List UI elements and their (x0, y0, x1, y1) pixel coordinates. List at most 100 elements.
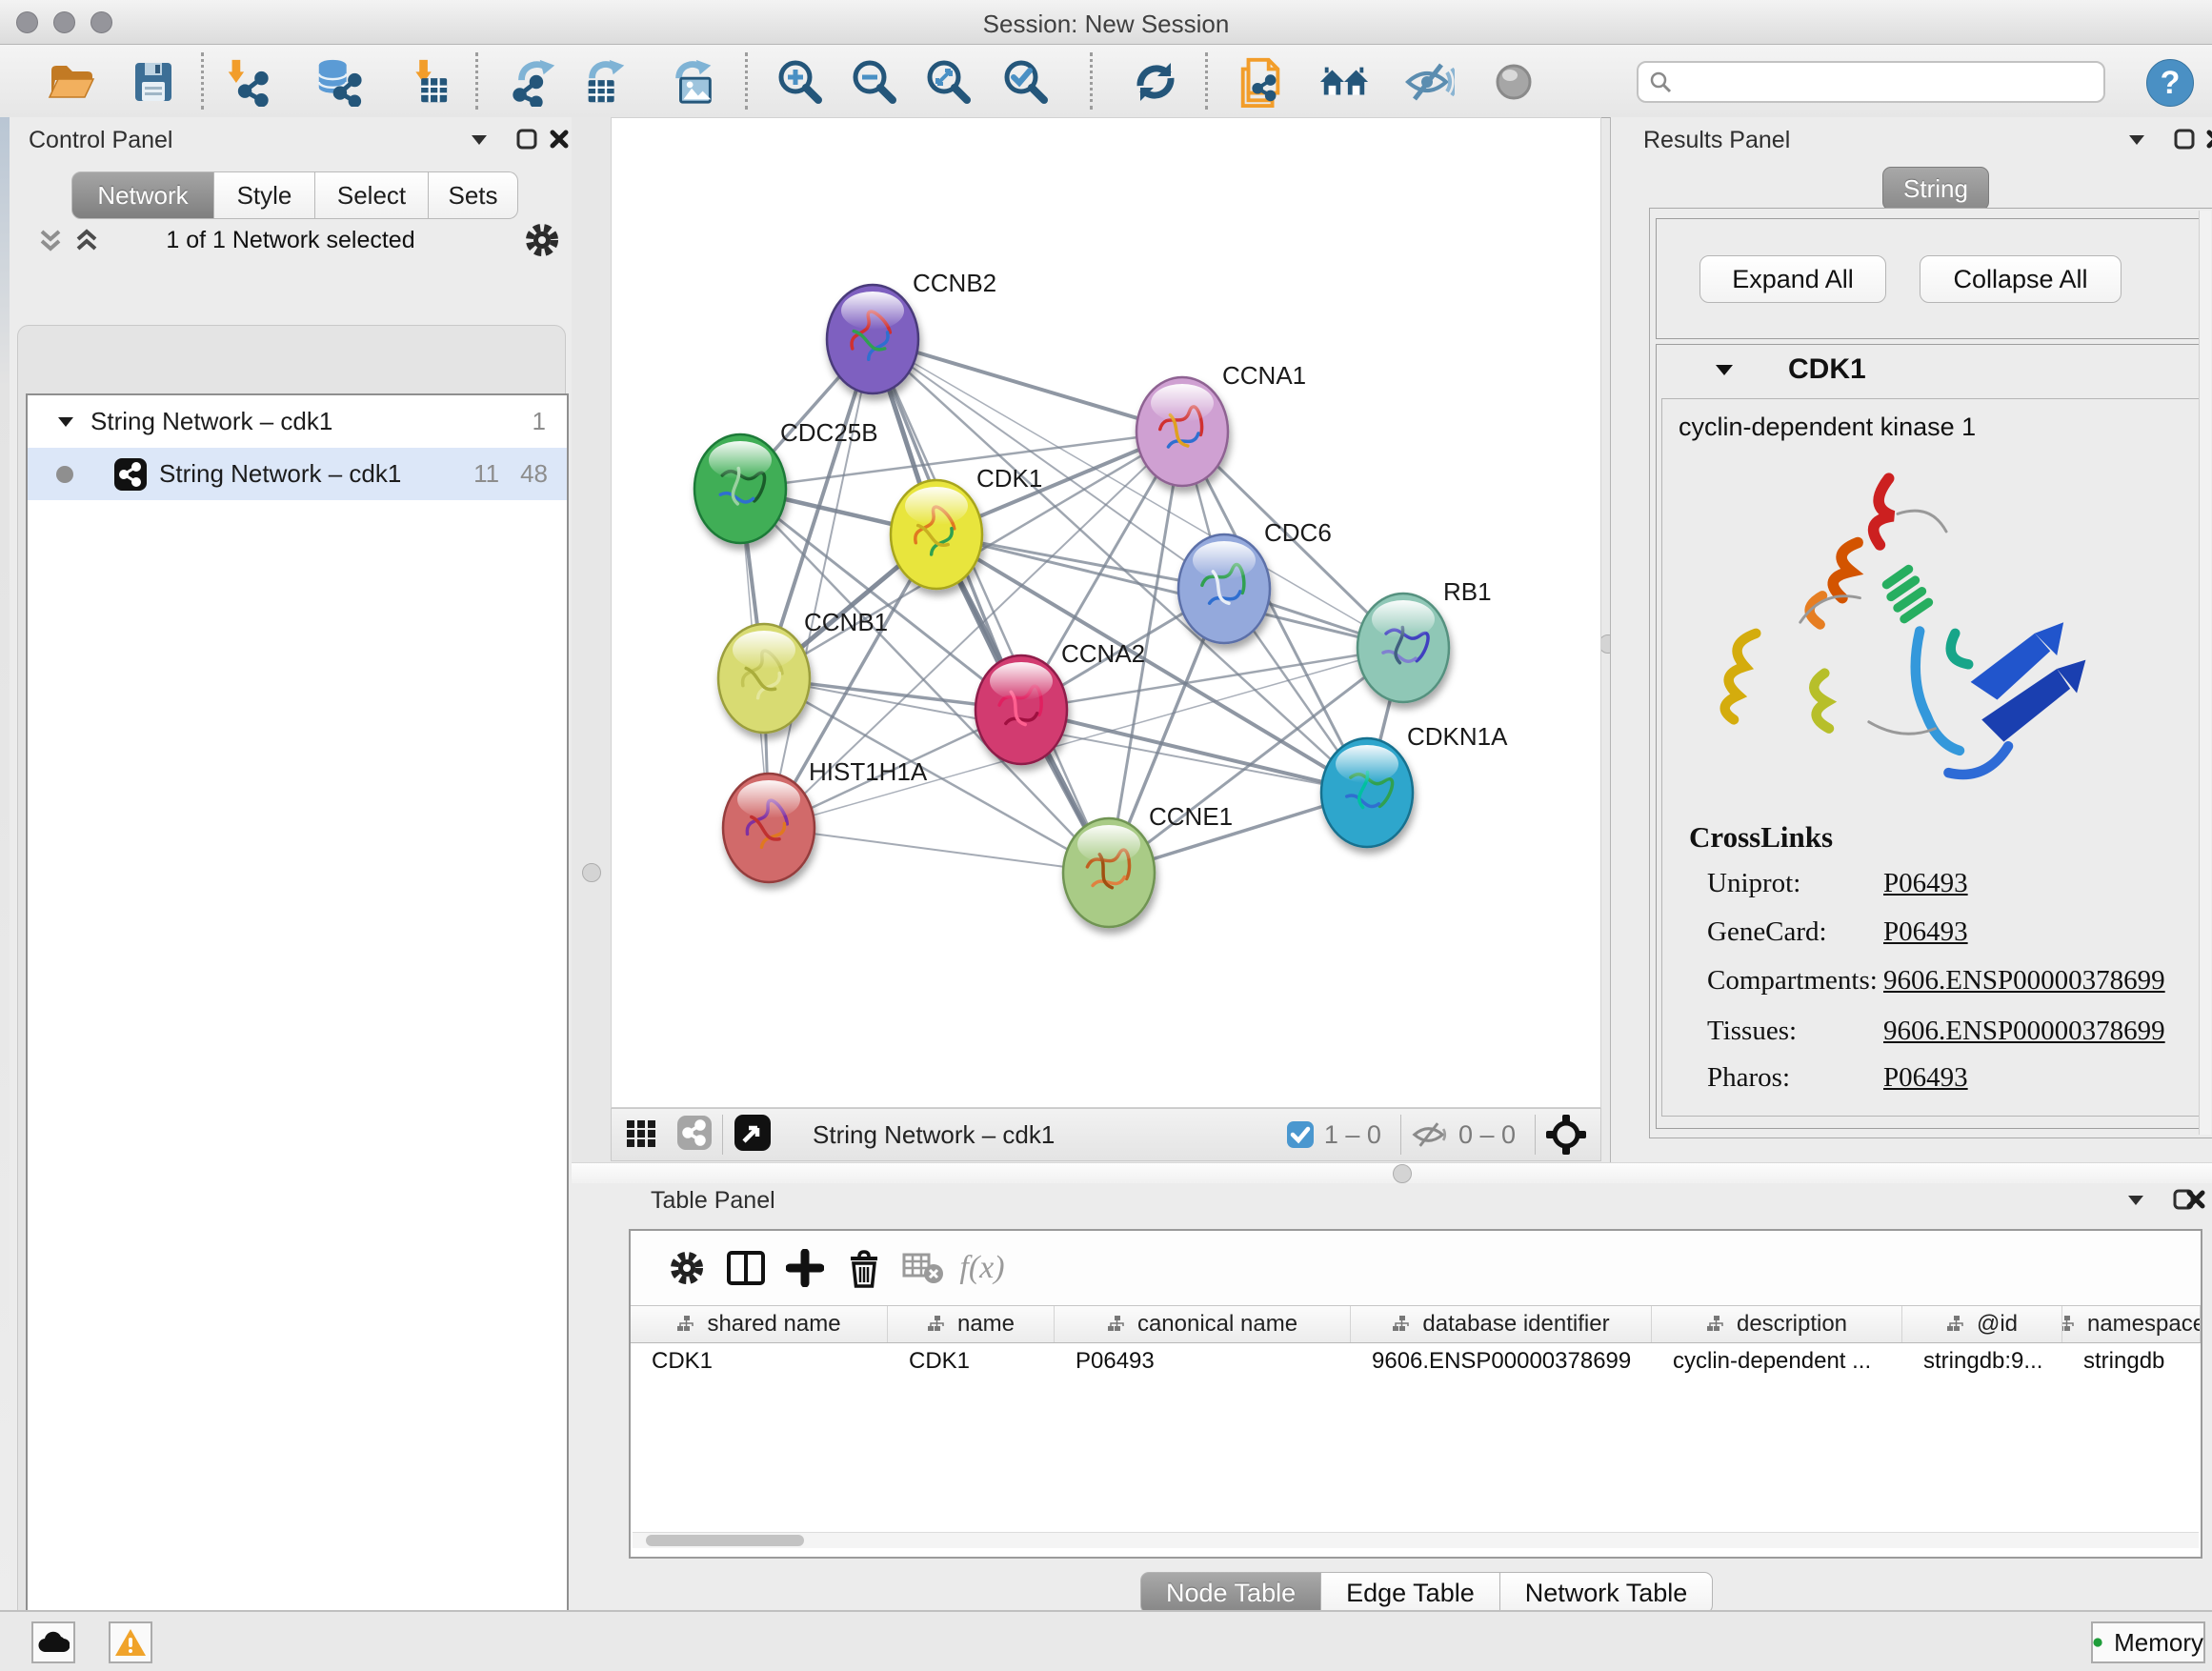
crosslink-pharos-link[interactable]: P06493 (1883, 1062, 1968, 1094)
cloud-status-button[interactable] (31, 1621, 75, 1663)
crosslink-uniprot-link[interactable]: P06493 (1883, 868, 1968, 899)
export-network-icon[interactable] (509, 56, 560, 108)
import-table-icon[interactable] (399, 56, 451, 108)
column-header-shared-name[interactable]: shared name (631, 1306, 888, 1342)
control-panel-float-icon[interactable] (513, 125, 541, 158)
tree-expander-icon[interactable] (54, 411, 77, 433)
results-panel-close-icon[interactable] (2202, 125, 2212, 158)
tab-network[interactable]: Network (71, 171, 214, 219)
hide-selected-icon[interactable] (1403, 56, 1455, 108)
cell-canonical-name[interactable]: P06493 (1055, 1343, 1351, 1379)
column-header-name[interactable]: name (888, 1306, 1055, 1342)
scrollbar-thumb[interactable] (646, 1535, 804, 1546)
tab-network-table[interactable]: Network Table (1500, 1572, 1714, 1614)
crosslink-genecard-link[interactable]: P06493 (1883, 916, 1968, 948)
cell-description[interactable]: cyclin-dependent ... (1652, 1343, 1902, 1379)
network-node-cdkn1a[interactable]: CDKN1A (1321, 722, 1508, 847)
tab-edge-table[interactable]: Edge Table (1321, 1572, 1500, 1614)
delete-table-icon[interactable] (894, 1242, 953, 1294)
detach-view-icon[interactable] (733, 1113, 773, 1158)
cell-namespace[interactable]: stringdb (2062, 1343, 2201, 1379)
create-column-icon[interactable] (775, 1242, 835, 1294)
column-header-id[interactable]: @id (1902, 1306, 2062, 1342)
node-result-header[interactable]: CDK1 (1657, 345, 2205, 394)
results-scrollbar[interactable] (2199, 211, 2211, 1135)
network-edge[interactable] (873, 339, 1109, 873)
network-node-ccna1[interactable]: CCNA1 (1136, 361, 1306, 486)
network-edge[interactable] (936, 534, 1403, 648)
network-share-icon[interactable] (676, 1115, 713, 1156)
column-header-database-identifier[interactable]: database identifier (1351, 1306, 1652, 1342)
table-panel-close-icon[interactable] (2182, 1185, 2210, 1218)
control-panel-collapse-icon[interactable] (465, 125, 493, 158)
cybrowser-home-icon[interactable] (1318, 56, 1370, 108)
show-eye-icon[interactable] (1488, 56, 1539, 108)
birdseye-grid-icon[interactable] (625, 1117, 657, 1154)
table-row[interactable]: CDK1 CDK1 P06493 9606.ENSP00000378699 cy… (631, 1343, 2201, 1379)
results-panel-float-icon[interactable] (2170, 125, 2199, 158)
tab-select[interactable]: Select (315, 171, 429, 219)
tab-string[interactable]: String (1882, 167, 1989, 211)
network-node-rb1[interactable]: RB1 (1357, 577, 1492, 702)
network-edge[interactable] (873, 339, 1182, 432)
crosslink-compartments-link[interactable]: 9606.ENSP00000378699 (1883, 965, 2165, 997)
memory-button[interactable]: Memory (2091, 1621, 2205, 1663)
apply-layout-icon[interactable] (1130, 56, 1181, 108)
vertical-splitter-left[interactable] (572, 117, 611, 1162)
network-canvas[interactable]: CCNB2CCNA1CDC25BCDK1CDC6RB1CCNB1CCNA2CDK… (611, 117, 1601, 1108)
network-edge[interactable] (769, 828, 1109, 873)
warning-status-button[interactable] (109, 1621, 152, 1663)
help-button[interactable]: ? (2146, 59, 2194, 107)
column-header-description[interactable]: description (1652, 1306, 1902, 1342)
fit-target-icon[interactable] (1545, 1114, 1587, 1156)
tab-sets[interactable]: Sets (429, 171, 518, 219)
table-panel-collapse-icon[interactable] (2122, 1185, 2150, 1218)
tab-node-table[interactable]: Node Table (1140, 1572, 1321, 1614)
network-node-ccnb1[interactable]: CCNB1 (718, 608, 888, 733)
show-columns-icon[interactable] (716, 1242, 775, 1294)
network-options-gear-icon[interactable] (522, 220, 562, 265)
section-expander-icon[interactable] (1712, 357, 1737, 382)
cell-shared-name[interactable]: CDK1 (631, 1343, 888, 1379)
hidden-eye-icon[interactable] (1411, 1118, 1449, 1151)
network-tree-child-row[interactable]: String Network – cdk1 11 48 (28, 448, 567, 500)
expand-all-button[interactable]: Expand All (1699, 255, 1886, 303)
splitter-handle[interactable] (582, 863, 601, 882)
horizontal-splitter[interactable] (572, 1162, 2212, 1185)
zoom-selected-icon[interactable] (1000, 56, 1052, 108)
save-session-icon[interactable] (128, 56, 179, 108)
column-header-canonical-name[interactable]: canonical name (1055, 1306, 1351, 1342)
node-label: CDC6 (1264, 518, 1332, 547)
network-tree-parent-row[interactable]: String Network – cdk1 1 (28, 395, 567, 448)
zoom-fit-icon[interactable] (923, 56, 975, 108)
control-panel-close-icon[interactable] (545, 125, 573, 158)
results-panel-collapse-icon[interactable] (2122, 125, 2151, 158)
crosslink-tissues-link[interactable]: 9606.ENSP00000378699 (1883, 1016, 2165, 1047)
zoom-in-icon[interactable] (774, 56, 826, 108)
cell-name[interactable]: CDK1 (888, 1343, 1055, 1379)
cell-database-identifier[interactable]: 9606.ENSP00000378699 (1351, 1343, 1652, 1379)
network-edge[interactable] (1021, 710, 1367, 793)
network-graph[interactable]: CCNB2CCNA1CDC25BCDK1CDC6RB1CCNB1CCNA2CDK… (612, 118, 1600, 1107)
network-node-ccne1[interactable]: CCNE1 (1063, 802, 1233, 927)
zoom-out-icon[interactable] (849, 56, 900, 108)
import-network-database-icon[interactable] (312, 56, 364, 108)
network-edge[interactable] (769, 339, 873, 828)
cell-id[interactable]: stringdb:9... (1902, 1343, 2062, 1379)
collapse-all-button[interactable]: Collapse All (1920, 255, 2122, 303)
network-node-hist1h1a[interactable]: HIST1H1A (723, 757, 928, 882)
column-header-namespace[interactable]: namespace (2062, 1306, 2201, 1342)
search-input[interactable] (1673, 68, 2086, 96)
export-table-icon[interactable] (579, 56, 631, 108)
table-settings-gear-icon[interactable] (657, 1242, 716, 1294)
string-document-share-icon[interactable] (1236, 56, 1287, 108)
export-image-icon[interactable] (668, 56, 719, 108)
tab-style[interactable]: Style (214, 171, 315, 219)
import-network-file-icon[interactable] (221, 56, 272, 108)
table-horizontal-scrollbar[interactable] (633, 1532, 2199, 1548)
selected-checkbox-icon[interactable] (1286, 1120, 1315, 1149)
open-session-icon[interactable] (45, 56, 96, 108)
splitter-handle[interactable] (1393, 1164, 1412, 1183)
delete-column-icon[interactable] (835, 1242, 894, 1294)
function-builder-icon[interactable]: f(x) (953, 1242, 1012, 1294)
